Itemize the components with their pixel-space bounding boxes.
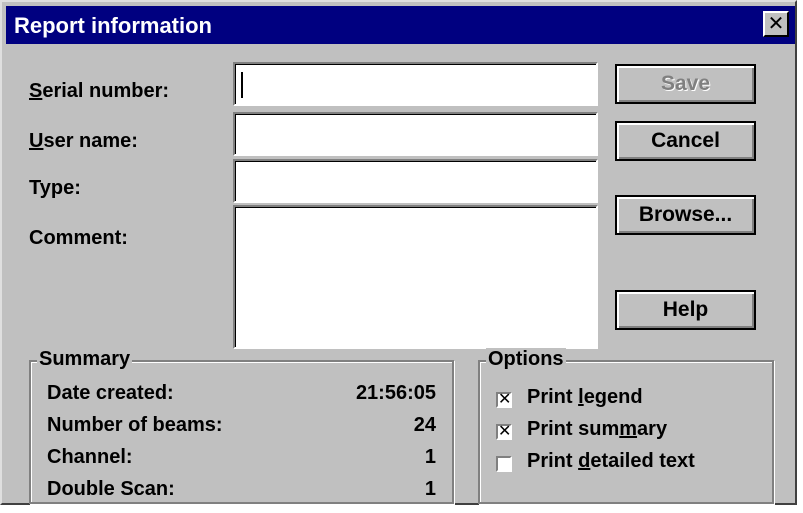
summary-row-date: Date created: 21:56:05 (47, 382, 436, 404)
checkbox-box[interactable]: ✕ (496, 392, 512, 408)
summary-row-double-scan: Double Scan: 1 (47, 478, 436, 500)
save-button[interactable]: Save (615, 64, 756, 104)
user-name-label: User name: (29, 130, 138, 152)
comment-field[interactable] (233, 205, 598, 349)
comment-textarea[interactable] (235, 207, 596, 347)
print-detailed-text-label[interactable]: Print detailed text (527, 450, 695, 473)
serial-number-label: Serial number: (29, 80, 170, 102)
close-button[interactable]: ✕ (763, 11, 789, 37)
summary-row-channel: Channel: 1 (47, 446, 436, 468)
text-caret (241, 72, 243, 98)
close-icon: ✕ (767, 13, 785, 35)
report-information-dialog: Report information ✕ Serial number: User… (0, 0, 797, 505)
print-legend-label[interactable]: Print legend (527, 386, 643, 409)
checkbox-box[interactable] (496, 456, 512, 472)
help-button[interactable]: Help (615, 290, 756, 330)
options-title: Options (486, 348, 566, 371)
options-group: Options ✕ Print legend ✕ Print summary P… (478, 348, 774, 504)
summary-group: Summary Date created: 21:56:05 Number of… (29, 348, 454, 504)
browse-button[interactable]: Browse... (615, 195, 756, 235)
print-summary-label[interactable]: Print summary (527, 418, 667, 441)
comment-label: Comment: (29, 227, 128, 249)
serial-number-field[interactable] (233, 62, 598, 106)
title-bar[interactable]: Report information ✕ (6, 6, 795, 44)
cancel-button[interactable]: Cancel (615, 121, 756, 161)
serial-number-input[interactable] (235, 64, 596, 104)
type-input[interactable] (235, 161, 596, 201)
summary-title: Summary (37, 348, 133, 371)
check-mark-icon: ✕ (498, 391, 512, 408)
check-mark-icon: ✕ (498, 423, 512, 440)
window-title: Report information (14, 13, 212, 38)
user-name-input[interactable] (235, 114, 596, 154)
user-name-field[interactable] (233, 112, 598, 156)
type-label: Type: (29, 177, 81, 199)
summary-row-beams: Number of beams: 24 (47, 414, 436, 436)
checkbox-box[interactable]: ✕ (496, 424, 512, 440)
type-field[interactable] (233, 159, 598, 203)
